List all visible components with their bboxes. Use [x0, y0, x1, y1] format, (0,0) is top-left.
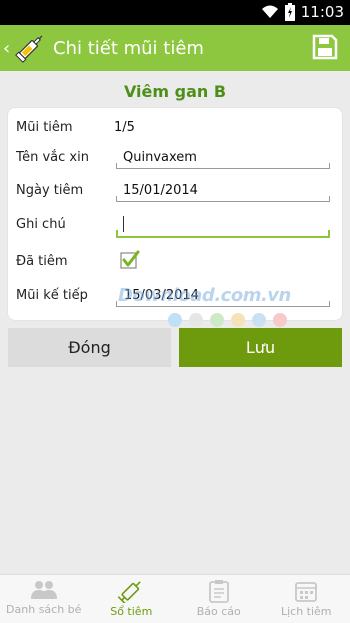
watermark-dots — [168, 313, 287, 327]
people-icon — [30, 581, 57, 599]
vaccine-name-label: Tên vắc xin — [16, 150, 89, 165]
calendar-icon — [295, 582, 318, 602]
nav-item-schedule[interactable]: Lịch tiêm — [263, 575, 350, 623]
back-chevron-icon[interactable]: ‹ — [3, 38, 13, 59]
dot — [231, 313, 245, 327]
dot — [273, 313, 287, 327]
vaccine-name-value: Quinvaxem — [123, 150, 197, 165]
text-caret — [123, 216, 124, 232]
watermark: Download.com.vn — [118, 284, 298, 313]
dot — [168, 313, 182, 327]
syringe-icon — [117, 581, 142, 603]
nav-item-vaccine-book[interactable]: Sổ tiêm — [88, 575, 176, 623]
dose-value: 1/5 — [114, 120, 135, 135]
date-row: Ngày tiêm 15/01/2014 — [8, 183, 342, 213]
battery-icon — [284, 3, 295, 21]
note-row: Ghi chú — [8, 214, 342, 247]
vaccine-heading: Viêm gan B — [123, 82, 227, 101]
nav-item-children-list[interactable]: Danh sách bé — [0, 575, 88, 623]
done-checkbox[interactable] — [120, 250, 140, 270]
nav-label: Báo cáo — [196, 605, 241, 618]
bottom-nav: Danh sách bé Sổ tiêm Báo cáo Lịch tiêm — [0, 574, 350, 623]
date-field[interactable]: 15/01/2014 — [116, 180, 330, 202]
status-bar: 11:03 — [0, 0, 350, 25]
clipboard-icon — [208, 580, 229, 603]
nav-label: Danh sách bé — [6, 603, 82, 616]
nav-label: Lịch tiêm — [280, 605, 332, 618]
nav-item-report[interactable]: Báo cáo — [175, 575, 263, 623]
note-label: Ghi chú — [16, 217, 66, 232]
next-dose-label: Mũi kế tiếp — [16, 288, 88, 303]
watermark-logo: Download.com.vn — [118, 285, 291, 306]
save-icon[interactable] — [312, 34, 338, 60]
dose-label: Mũi tiêm — [16, 120, 73, 135]
vaccine-row: Tên vắc xin Quinvaxem — [8, 150, 342, 180]
app-bar: ‹ Chi tiết mũi tiêm — [0, 25, 350, 71]
dot — [189, 313, 203, 327]
note-field[interactable] — [116, 214, 330, 238]
date-value: 15/01/2014 — [123, 183, 198, 198]
wifi-icon — [261, 5, 278, 18]
done-row: Đã tiêm — [8, 250, 342, 284]
syringe-logo-icon[interactable] — [13, 31, 47, 65]
clock: 11:03 — [300, 3, 344, 21]
nav-label: Sổ tiêm — [110, 605, 153, 618]
dot — [210, 313, 224, 327]
dose-row: Mũi tiêm 1/5 — [8, 120, 342, 150]
svg-text:Download.com.vn: Download.com.vn — [118, 285, 291, 306]
vaccine-name-field[interactable]: Quinvaxem — [116, 147, 330, 169]
date-label: Ngày tiêm — [16, 183, 84, 198]
dot — [252, 313, 266, 327]
save-button[interactable]: Lưu — [179, 328, 342, 367]
done-label: Đã tiêm — [16, 254, 68, 269]
close-button[interactable]: Đóng — [8, 328, 171, 367]
page-title: Chi tiết mũi tiêm — [53, 37, 204, 59]
status-icons: 11:03 — [261, 3, 344, 21]
